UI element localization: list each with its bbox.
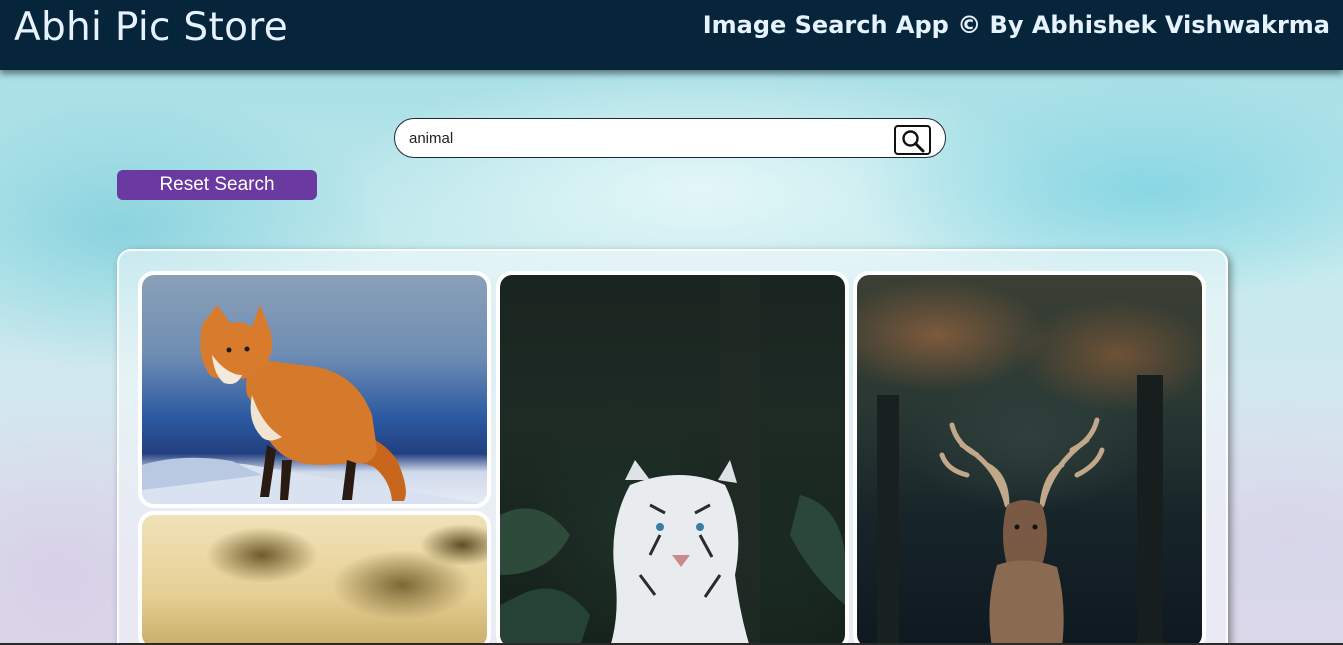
search-input[interactable] xyxy=(409,128,879,148)
search-bar xyxy=(394,118,946,158)
tiger-photo xyxy=(500,275,845,645)
image-card-fox[interactable] xyxy=(138,271,491,508)
brand-title: Abhi Pic Store xyxy=(14,5,289,50)
reset-search-button[interactable]: Reset Search xyxy=(117,170,317,200)
search-icon xyxy=(902,130,925,153)
image-card-deer[interactable] xyxy=(853,271,1206,645)
deer-photo xyxy=(857,275,1202,645)
fox-photo xyxy=(142,275,487,504)
image-card-tiger[interactable] xyxy=(496,271,849,645)
image-card-foliage[interactable] xyxy=(138,511,491,645)
foliage-photo xyxy=(142,515,487,645)
app-tagline: Image Search App © By Abhishek Vishwakrm… xyxy=(702,11,1330,39)
app-header: Abhi Pic Store Image Search App © By Abh… xyxy=(0,0,1343,70)
search-button[interactable] xyxy=(894,125,931,155)
